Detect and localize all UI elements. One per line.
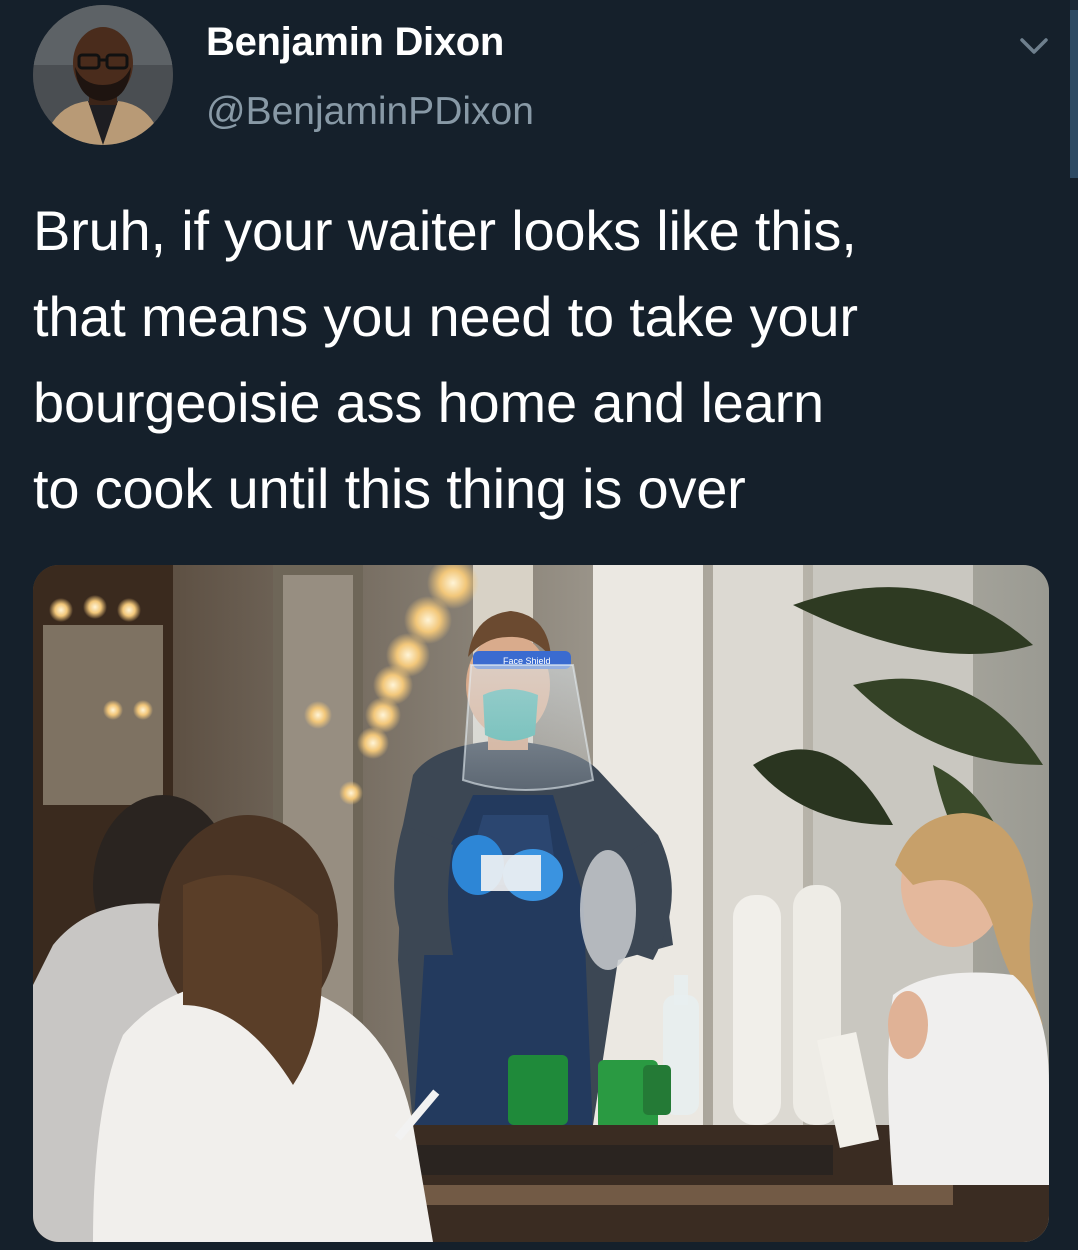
- restaurant-photo: Face Shield: [33, 565, 1049, 1242]
- scrollbar[interactable]: [1070, 0, 1078, 178]
- tweet-photo[interactable]: Face Shield: [33, 565, 1049, 1242]
- tweet-text-line: to cook until this thing is over: [33, 457, 746, 520]
- tweet-text: Bruh, if your waiter looks like this, th…: [33, 188, 1043, 532]
- scrollbar-thumb[interactable]: [1070, 10, 1078, 178]
- author-handle[interactable]: @BenjaminPDixon: [206, 90, 534, 134]
- author-avatar[interactable]: [33, 5, 173, 145]
- chevron-down-icon[interactable]: [1014, 28, 1054, 64]
- profile-photo-icon: [33, 5, 173, 145]
- author-display-name[interactable]: Benjamin Dixon: [206, 20, 504, 65]
- tweet-text-line: bourgeoisie ass home and learn: [33, 371, 824, 434]
- tweet-text-line: Bruh, if your waiter looks like this,: [33, 199, 857, 262]
- tweet-card: Benjamin Dixon @BenjaminPDixon Bruh, if …: [0, 0, 1078, 1250]
- tweet-text-line: that means you need to take your: [33, 285, 858, 348]
